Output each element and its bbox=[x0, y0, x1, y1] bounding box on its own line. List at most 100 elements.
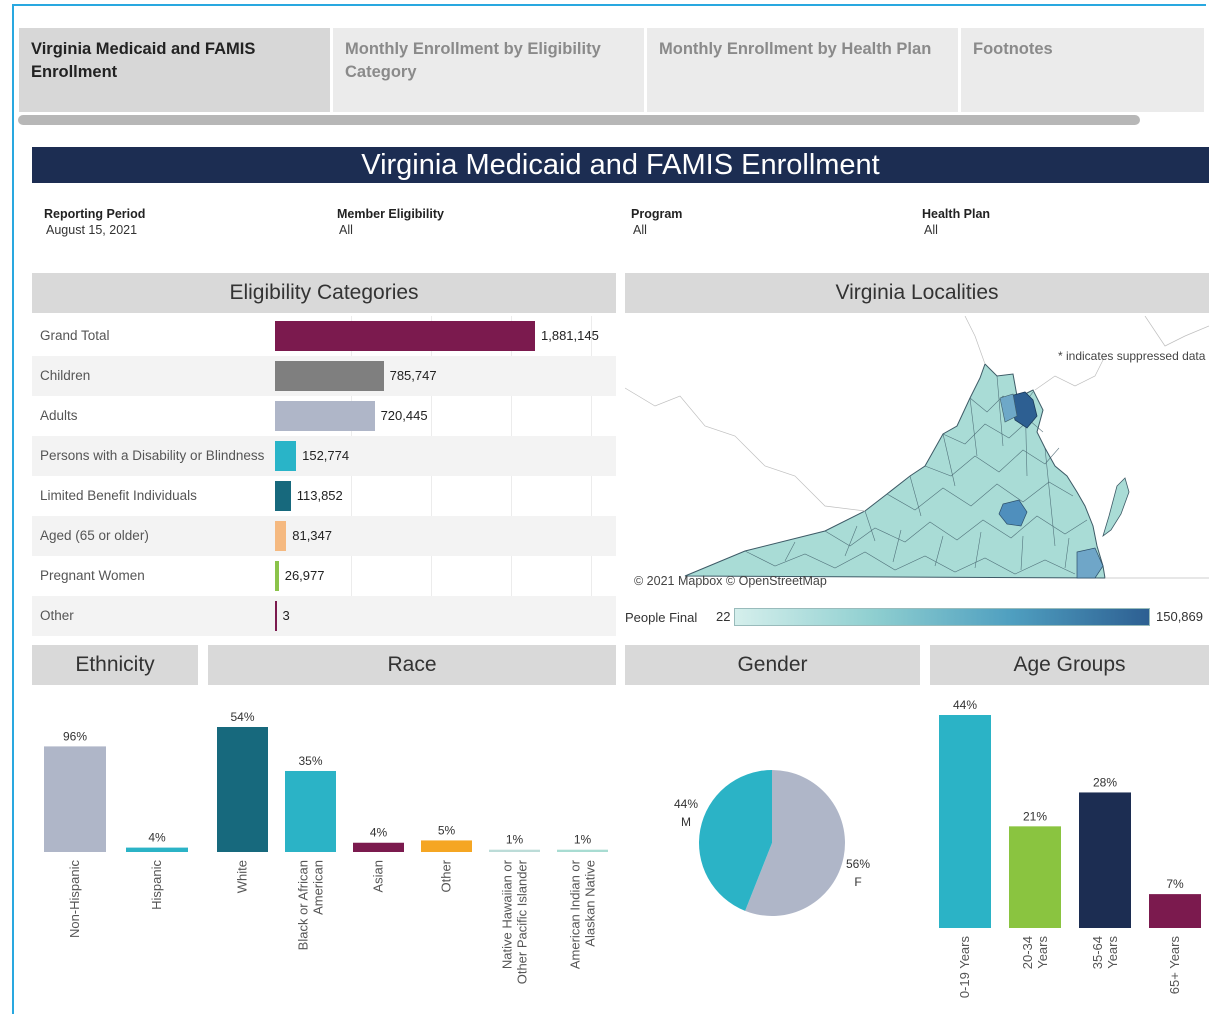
ethnicity-value-label: 4% bbox=[148, 831, 166, 845]
age-bar bbox=[1149, 894, 1201, 928]
eligibility-bar[interactable] bbox=[275, 441, 297, 471]
tab-footnotes[interactable]: Footnotes bbox=[961, 28, 1204, 112]
age-category-label: 65+ Years bbox=[1167, 936, 1182, 995]
filter-label: Member Eligibility bbox=[337, 207, 444, 221]
eligibility-row[interactable]: Other 3 bbox=[32, 596, 616, 636]
race-bar bbox=[421, 840, 472, 852]
eligibility-value: 3 bbox=[282, 608, 290, 623]
race-category-label: Other bbox=[439, 859, 454, 892]
filter-health-plan[interactable]: Health Plan All bbox=[922, 206, 990, 238]
age-header: Age Groups bbox=[930, 645, 1209, 685]
eligibility-value: 81,347 bbox=[292, 528, 332, 543]
race-value-label: 4% bbox=[370, 826, 388, 840]
eligibility-value: 785,747 bbox=[389, 368, 437, 383]
age-bar bbox=[939, 715, 991, 928]
gender-f-percent: 56% bbox=[846, 857, 870, 871]
ethnicity-category-label: Hispanic bbox=[149, 860, 164, 910]
age-category-label: 35-64 bbox=[1090, 936, 1105, 969]
race-category-label: Alaskan Native bbox=[583, 860, 598, 947]
race-category-label: Other Pacific Islander bbox=[515, 859, 530, 984]
ethnicity-category-label: Non-Hispanic bbox=[67, 860, 82, 939]
age-value-label: 21% bbox=[1023, 809, 1047, 823]
map-credit[interactable]: © 2021 Mapbox © OpenStreetMap bbox=[634, 574, 827, 588]
tab-enrollment[interactable]: Virginia Medicaid and FAMIS Enrollment bbox=[19, 28, 330, 112]
race-bar bbox=[353, 842, 404, 852]
race-category-label: Black or African bbox=[296, 860, 311, 950]
race-value-label: 35% bbox=[298, 754, 322, 768]
eligibility-bar[interactable] bbox=[275, 321, 535, 351]
eligibility-bar[interactable] bbox=[275, 521, 287, 551]
filter-value: All bbox=[339, 223, 353, 237]
race-header: Race bbox=[208, 645, 616, 685]
virginia-state-shape bbox=[684, 363, 1106, 579]
filter-value: All bbox=[633, 223, 647, 237]
filter-label: Program bbox=[631, 207, 683, 221]
map-legend-gradient bbox=[734, 608, 1150, 626]
filter-value: August 15, 2021 bbox=[46, 223, 138, 237]
eligibility-header: Eligibility Categories bbox=[32, 273, 616, 313]
eligibility-value: 113,852 bbox=[296, 488, 343, 503]
eligibility-row[interactable]: Grand Total 1,881,145 bbox=[32, 316, 616, 356]
race-category-label: White bbox=[235, 860, 250, 893]
race-bar bbox=[285, 770, 336, 852]
race-bar bbox=[217, 727, 268, 852]
filter-label: Health Plan bbox=[922, 207, 991, 221]
age-category-label: Years bbox=[1035, 936, 1050, 969]
eligibility-label: Grand Total bbox=[40, 328, 110, 343]
tab-monthly-eligibility[interactable]: Monthly Enrollment by Eligibility Catego… bbox=[333, 28, 644, 112]
eligibility-bar[interactable] bbox=[275, 481, 291, 511]
filter-program[interactable]: Program All bbox=[631, 206, 682, 238]
eligibility-row[interactable]: Limited Benefit Individuals 113,852 bbox=[32, 476, 616, 516]
age-category-label: Years bbox=[1105, 936, 1120, 969]
age-category-label: 20-34 bbox=[1020, 936, 1035, 969]
eligibility-row[interactable]: Aged (65 or older) 81,347 bbox=[32, 516, 616, 556]
eligibility-row[interactable]: Adults 720,445 bbox=[32, 396, 616, 436]
page-title: Virginia Medicaid and FAMIS Enrollment bbox=[32, 147, 1209, 183]
eligibility-label: Limited Benefit Individuals bbox=[40, 488, 197, 503]
map-legend-min: 22 bbox=[716, 609, 731, 624]
horizontal-scrollbar[interactable] bbox=[18, 115, 1140, 125]
eligibility-bar[interactable] bbox=[275, 561, 279, 591]
race-category-label: American Indian or bbox=[568, 859, 583, 969]
gender-m-percent: 44% bbox=[674, 797, 698, 811]
race-category-label: American bbox=[311, 860, 326, 915]
eligibility-value: 720,445 bbox=[380, 408, 428, 423]
age-value-label: 7% bbox=[1166, 877, 1184, 891]
race-value-label: 1% bbox=[506, 833, 524, 847]
ethnicity-bar bbox=[126, 847, 188, 852]
race-bar bbox=[489, 849, 540, 852]
filter-member-eligibility[interactable]: Member Eligibility All bbox=[337, 206, 444, 238]
race-category-label: Asian bbox=[371, 860, 386, 893]
filter-reporting-period[interactable]: Reporting Period August 15, 2021 bbox=[44, 206, 145, 238]
tab-bar: Virginia Medicaid and FAMIS Enrollment M… bbox=[19, 28, 1204, 112]
age-bar bbox=[1079, 792, 1131, 928]
gender-f-label: F bbox=[854, 875, 861, 889]
eligibility-value: 26,977 bbox=[284, 568, 325, 583]
ethnicity-value-label: 96% bbox=[63, 729, 87, 743]
eligibility-row[interactable]: Pregnant Women 26,977 bbox=[32, 556, 616, 596]
age-value-label: 44% bbox=[953, 698, 977, 712]
race-category-label: Native Hawaiian or bbox=[500, 859, 515, 969]
age-bar bbox=[1009, 826, 1061, 928]
eligibility-label: Aged (65 or older) bbox=[40, 528, 149, 543]
eligibility-value: 152,774 bbox=[302, 448, 350, 463]
eligibility-value: 1,881,145 bbox=[541, 328, 599, 343]
eastern-shore-shape bbox=[1102, 477, 1130, 538]
localities-header: Virginia Localities bbox=[625, 273, 1209, 313]
suppressed-data-note: * indicates suppressed data bbox=[1058, 349, 1206, 363]
eligibility-bar[interactable] bbox=[275, 401, 375, 431]
gender-header: Gender bbox=[625, 645, 920, 685]
eligibility-bar[interactable] bbox=[275, 361, 384, 391]
eligibility-bar[interactable] bbox=[275, 601, 277, 631]
eligibility-row[interactable]: Persons with a Disability or Blindness 15… bbox=[32, 436, 616, 476]
demographic-charts: 96% Non-Hispanic 4% Hispanic 54% White 35% Blac… bbox=[44, 698, 1201, 998]
ethnicity-bar bbox=[44, 746, 106, 852]
eligibility-label: Other bbox=[40, 608, 74, 623]
eligibility-label: Children bbox=[40, 368, 91, 383]
eligibility-label: Adults bbox=[40, 408, 78, 423]
age-value-label: 28% bbox=[1093, 775, 1117, 789]
filter-value: All bbox=[924, 223, 938, 237]
tab-monthly-health-plan[interactable]: Monthly Enrollment by Health Plan bbox=[647, 28, 958, 112]
map-legend-label: People Final bbox=[625, 610, 698, 625]
eligibility-row[interactable]: Children 785,747 bbox=[32, 356, 616, 396]
